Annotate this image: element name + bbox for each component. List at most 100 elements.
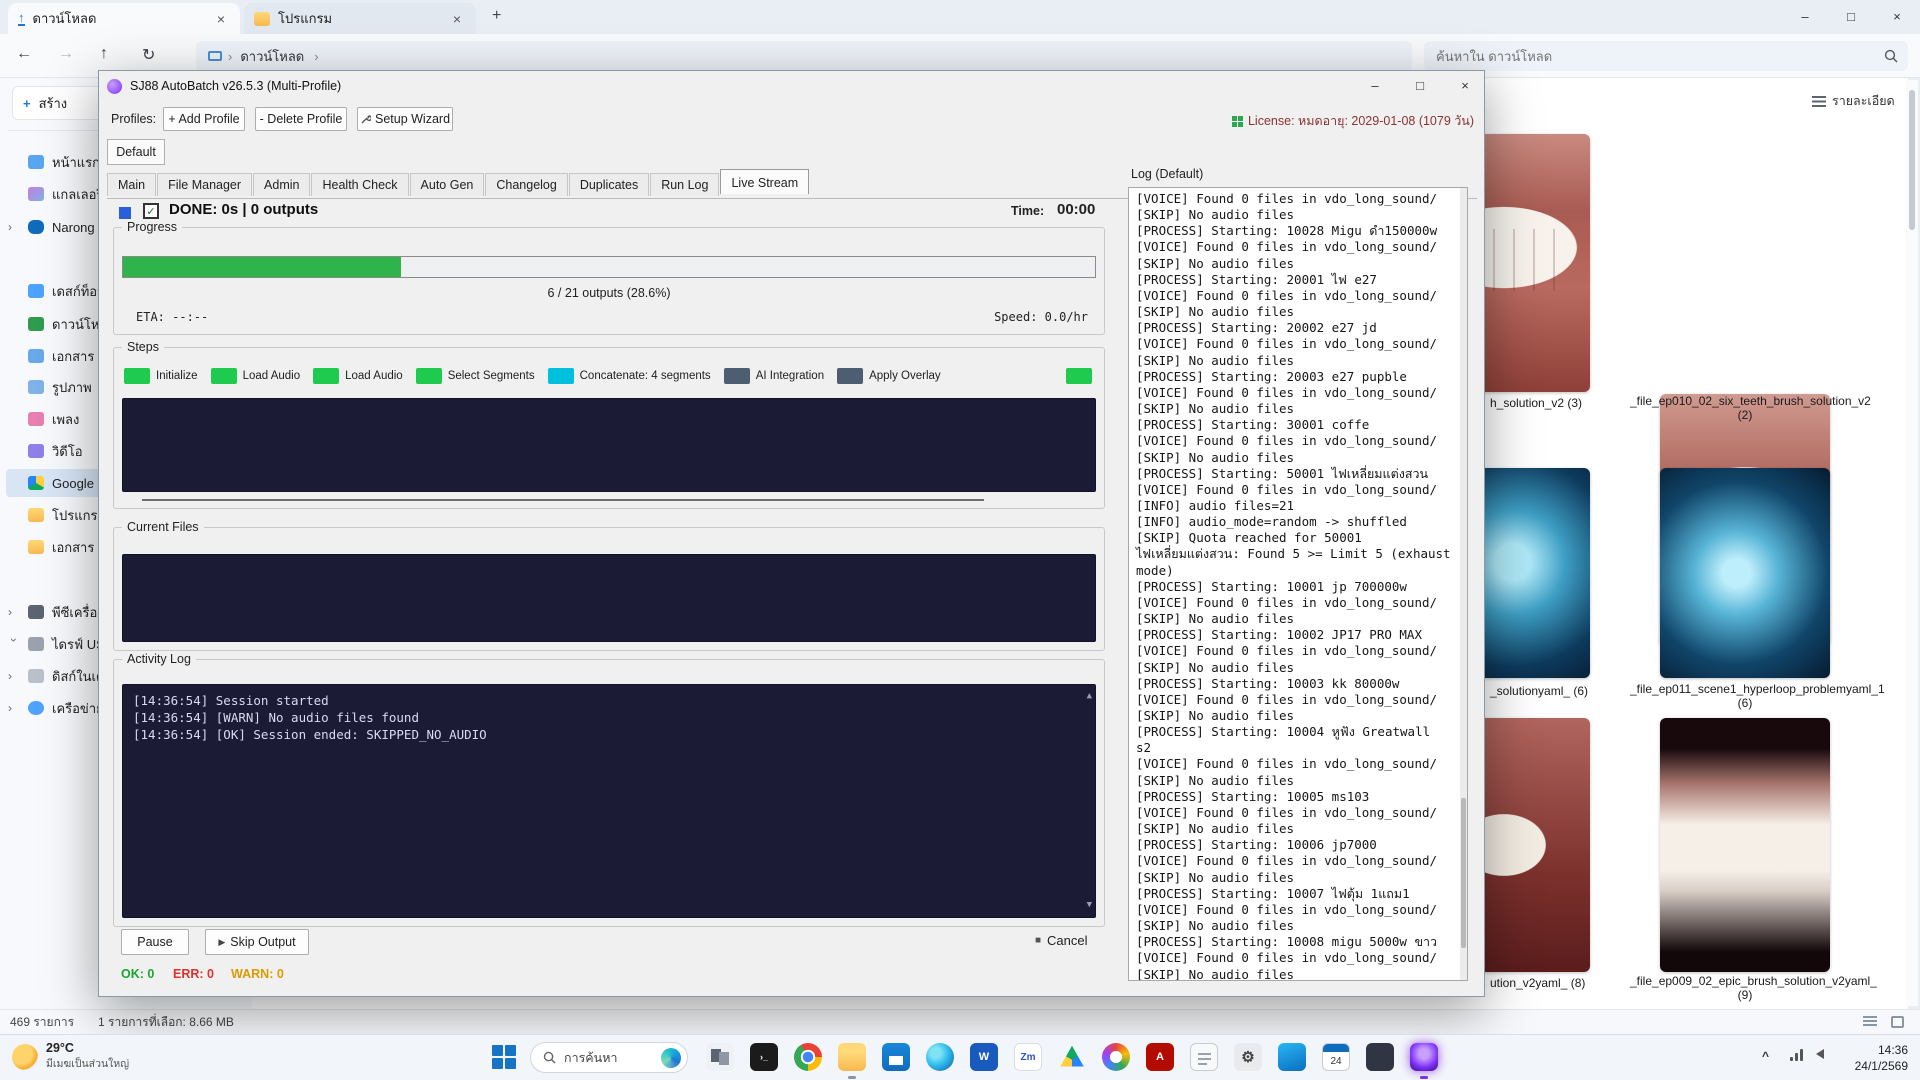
pause-button[interactable]: Pause — [121, 929, 189, 955]
refresh-button[interactable]: ↻ — [142, 45, 155, 65]
console-icon[interactable] — [1366, 1043, 1394, 1071]
tab-file-manager[interactable]: File Manager — [157, 173, 252, 196]
log-line: [SKIP] No audio files — [1136, 611, 1459, 627]
calendar-icon[interactable]: 24 — [1322, 1043, 1350, 1071]
skip-output-button[interactable]: ▶ Skip Output — [205, 929, 309, 955]
details-view-button[interactable]: รายละเอียด — [1812, 88, 1895, 114]
log-line: ไฟเหลี่ยมแต่งสวน: Found 5 >= Limit 5 (ex… — [1136, 546, 1459, 562]
activity-log-panel[interactable]: ▲ ▼ [14:36:54] Session started[14:36:54]… — [122, 684, 1096, 918]
usb-drive-icon — [28, 637, 44, 651]
explorer-tab-programs[interactable]: โปรแกรม × — [244, 3, 476, 34]
tab-health-check[interactable]: Health Check — [311, 173, 408, 196]
music-icon — [28, 412, 44, 426]
file-thumbnail[interactable] — [1660, 718, 1830, 972]
cancel-button[interactable]: ■ Cancel — [1035, 933, 1088, 948]
log-line: [SKIP] No audio files — [1136, 207, 1459, 223]
current-files-group: Current Files — [113, 527, 1105, 651]
thumbnail-layout-icon[interactable] — [1891, 1016, 1904, 1028]
log-scrollbar[interactable] — [1460, 188, 1467, 981]
scroll-up-icon[interactable]: ▲ — [1087, 688, 1092, 705]
tab-main[interactable]: Main — [107, 173, 156, 196]
start-button[interactable] — [492, 1045, 516, 1069]
address-bar[interactable]: › ดาวน์โหลด › — [196, 41, 1412, 71]
log-line: [VOICE] Found 0 files in vdo_long_sound/ — [1136, 805, 1459, 821]
scroll-down-icon[interactable]: ▼ — [1087, 897, 1092, 914]
zoom-icon[interactable]: Zm — [1014, 1043, 1042, 1071]
edge-icon[interactable] — [926, 1043, 954, 1071]
tab-auto-gen[interactable]: Auto Gen — [410, 173, 485, 196]
close-icon[interactable]: × — [448, 11, 466, 27]
list-layout-icon[interactable] — [1863, 1016, 1877, 1028]
setup-wizard-button[interactable]: Setup Wizard — [357, 107, 453, 131]
settings-icon[interactable]: ⚙ — [1234, 1043, 1262, 1071]
tab-duplicates[interactable]: Duplicates — [569, 173, 649, 196]
plus-icon: + — [23, 96, 31, 111]
new-tab-button[interactable]: + — [492, 7, 501, 25]
scrollbar-thumb[interactable] — [1909, 90, 1915, 230]
delete-profile-button[interactable]: - Delete Profile — [255, 107, 347, 131]
close-icon[interactable]: × — [212, 11, 230, 27]
explorer-tab-downloads[interactable]: ↑ ดาวน์โหลด × — [8, 3, 240, 34]
task-view-icon[interactable] — [706, 1043, 734, 1071]
progress-bar-fill — [123, 257, 401, 277]
log-line: [PROCESS] Starting: 10028 Migu ดำ150000w — [1136, 223, 1459, 239]
weather-widget[interactable]: 29°C มีเมฆเป็นส่วนใหญ่ — [12, 1041, 129, 1072]
hidden-icons-chevron[interactable]: ^ — [1762, 1049, 1769, 1063]
maximize-button[interactable]: □ — [1399, 71, 1441, 100]
clipboard-icon[interactable] — [1190, 1043, 1218, 1071]
terminal-icon[interactable]: ›_ — [750, 1043, 778, 1071]
tab-admin[interactable]: Admin — [253, 173, 310, 196]
log-line: mode) — [1136, 563, 1459, 579]
sj88-autobatch-icon[interactable] — [1410, 1043, 1438, 1071]
word-icon[interactable]: W — [970, 1043, 998, 1071]
log-scrollbar-thumb[interactable] — [1461, 798, 1466, 948]
steps-group: Steps Initialize Load Audio Load Audio S… — [113, 347, 1105, 509]
file-caption: _file_ep009_02_epic_brush_solution_v2yam… — [1630, 974, 1860, 1002]
chevron-right-icon: › — [8, 220, 20, 234]
network-icon[interactable] — [1790, 1049, 1806, 1061]
log-line: [SKIP] No audio files — [1136, 870, 1459, 886]
log-line: [PROCESS] Starting: 10002 JP17 PRO MAX — [1136, 627, 1459, 643]
forward-button[interactable]: → — [58, 45, 74, 63]
log-line: [VOICE] Found 0 files in vdo_long_sound/ — [1136, 950, 1459, 966]
tab-live-stream[interactable]: Live Stream — [720, 169, 809, 194]
taskbar-search[interactable]: การค้นหา — [530, 1042, 688, 1073]
time-value: 00:00 — [1057, 201, 1095, 218]
tab-changelog[interactable]: Changelog — [485, 173, 567, 196]
search-input[interactable] — [1434, 48, 1884, 65]
tab-run-log[interactable]: Run Log — [650, 173, 719, 196]
file-thumbnail[interactable] — [1660, 468, 1830, 678]
maximize-button[interactable]: □ — [1828, 0, 1874, 33]
breadcrumb[interactable]: ดาวน์โหลด — [240, 46, 304, 67]
desktop-icon — [28, 284, 44, 298]
minimize-button[interactable]: – — [1354, 71, 1396, 100]
photos-icon[interactable] — [1102, 1043, 1130, 1071]
google-drive-icon[interactable] — [1058, 1043, 1086, 1071]
profile-tab-default[interactable]: Default — [107, 139, 165, 165]
log-panel[interactable]: [VOICE] Found 0 files in vdo_long_sound/… — [1128, 187, 1468, 981]
acrobat-icon[interactable]: A — [1146, 1043, 1174, 1071]
volume-icon[interactable] — [1816, 1049, 1824, 1059]
step-status-swatch — [548, 368, 574, 384]
up-button[interactable]: ↑ — [100, 45, 108, 63]
close-button[interactable]: × — [1874, 0, 1920, 33]
file-caption: _file_ep011_scene1_hyperloop_problemyaml… — [1630, 682, 1860, 710]
app-titlebar[interactable]: SJ88 AutoBatch v26.5.3 (Multi-Profile) — [99, 71, 1484, 101]
search-box[interactable] — [1424, 41, 1908, 71]
clock[interactable]: 14:36 24/1/2569 — [1855, 1042, 1908, 1074]
add-profile-button[interactable]: + Add Profile — [163, 107, 245, 131]
done-checkbox[interactable]: ✓ — [143, 203, 159, 219]
chrome-icon[interactable] — [794, 1043, 822, 1071]
microsoft-store-icon[interactable] — [882, 1043, 910, 1071]
scrollbar[interactable] — [1906, 80, 1918, 1006]
minimize-button[interactable]: – — [1782, 0, 1828, 33]
vscode-icon[interactable] — [1278, 1043, 1306, 1071]
tray-time: 14:36 — [1855, 1042, 1908, 1058]
back-button[interactable]: ← — [16, 45, 32, 63]
close-button[interactable]: × — [1444, 71, 1486, 100]
progress-outputs-text: 6 / 21 outputs (28.6%) — [114, 286, 1104, 300]
file-explorer-icon[interactable] — [838, 1043, 866, 1071]
window-title: SJ88 AutoBatch v26.5.3 (Multi-Profile) — [130, 79, 341, 93]
stop-button[interactable] — [119, 207, 131, 219]
steps-timeline-track[interactable] — [142, 499, 984, 501]
